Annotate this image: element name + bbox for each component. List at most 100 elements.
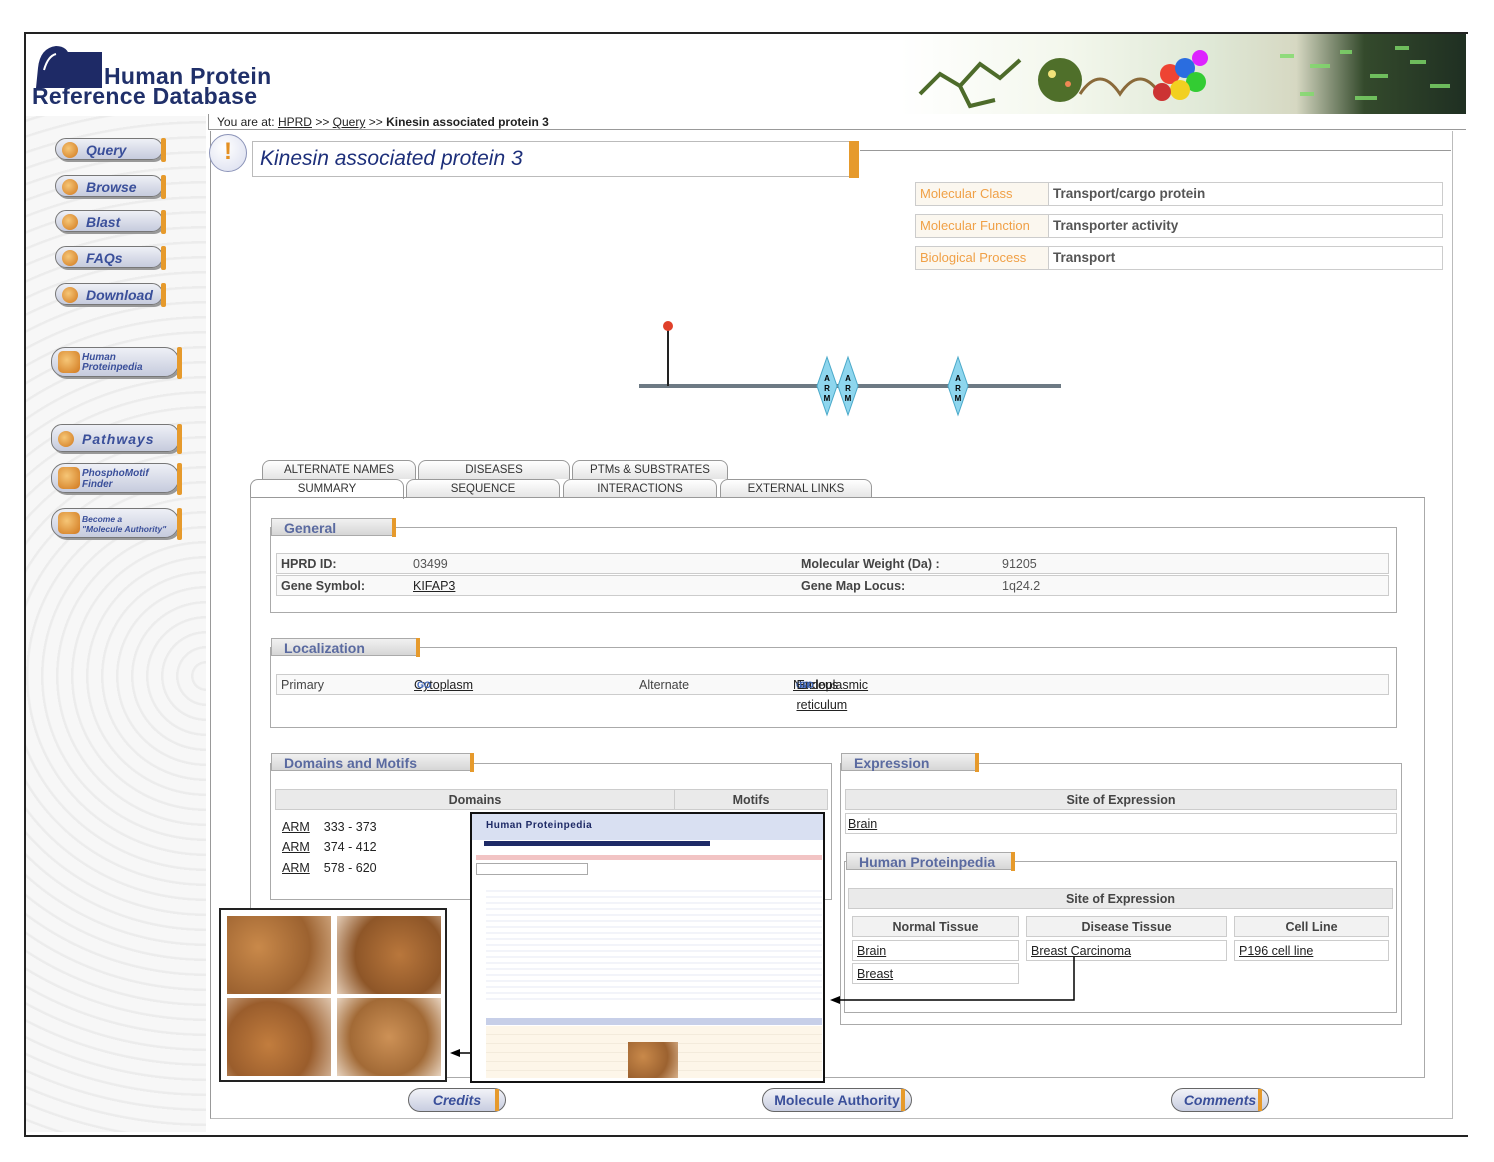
arm-domain-2[interactable]: A R M — [837, 355, 859, 417]
ihc-image-2 — [337, 916, 441, 994]
faqs-icon — [62, 250, 78, 266]
site-of-expression-header: Site of Expression — [845, 789, 1397, 810]
domain-range: 578 - 620 — [323, 861, 377, 875]
inset-thumbnail-image — [628, 1042, 678, 1078]
accent-bar — [161, 283, 166, 307]
accent-bar — [392, 518, 396, 537]
blast-label: Blast — [86, 214, 121, 230]
molecule-authority-button[interactable]: Molecule Authority — [762, 1088, 912, 1112]
pathways-icon — [58, 431, 74, 447]
general-title: General — [271, 518, 396, 537]
domain-row: ARM 333 - 373 — [282, 820, 377, 834]
proteinpedia-label-2: Proteinpedia — [82, 362, 143, 373]
ihc-image-4 — [337, 998, 441, 1076]
tab-sequence[interactable]: SEQUENCE — [406, 479, 560, 498]
arm-domain-link[interactable]: ARM — [282, 840, 310, 854]
ihc-image-3 — [227, 998, 331, 1076]
hprd-id-value: 03499 — [413, 557, 448, 571]
tab-summary[interactable]: SUMMARY — [250, 479, 404, 499]
motifs-column-header: Motifs — [674, 789, 828, 810]
human-proteinpedia-button[interactable]: Human Proteinpedia — [51, 347, 182, 379]
svg-text:A: A — [824, 374, 830, 383]
breadcrumb: You are at: HPRD >> Query >> Kinesin ass… — [208, 114, 1466, 130]
logo-line2: Reference Database — [32, 83, 258, 109]
breadcrumb-query-link[interactable]: Query — [333, 115, 366, 129]
phospho-label-1: PhosphoMotif — [82, 468, 149, 479]
credits-button[interactable]: Credits — [408, 1088, 506, 1112]
brain-site-link[interactable]: Brain — [848, 814, 877, 834]
faqs-label: FAQs — [86, 250, 123, 266]
tab-alternate-names[interactable]: ALTERNATE NAMES — [262, 460, 416, 479]
pathways-label: Pathways — [82, 431, 155, 447]
download-label: Download — [86, 287, 153, 303]
inset-field — [476, 863, 588, 875]
hprd-logo-text[interactable]: Human Protein Reference Database — [32, 65, 271, 109]
tab-diseases[interactable]: DISEASES — [418, 460, 570, 479]
domain-architecture-diagram: A R M A R M A R M — [639, 321, 1061, 417]
breadcrumb-current: Kinesin associated protein 3 — [386, 115, 549, 129]
go-icon[interactable]: GO — [417, 675, 431, 695]
accent-bar — [1258, 1089, 1262, 1111]
accent-bar — [470, 753, 474, 772]
domains-motifs-title: Domains and Motifs — [271, 753, 474, 772]
protein-title: Kinesin associated protein 3 — [260, 147, 523, 170]
localization-row: Primary Cytoplasm GO Alternate Nucleus GO … — [276, 674, 1389, 712]
accent-bar — [495, 1089, 499, 1111]
question-icon — [62, 142, 78, 158]
browse-button[interactable]: Browse — [55, 175, 166, 199]
expression-title: Expression — [841, 753, 979, 772]
arm-domain-link[interactable]: ARM — [282, 820, 310, 834]
inset-header: Human Proteinpedia — [472, 814, 823, 840]
protein-title-box: Kinesin associated protein 3 — [252, 141, 859, 178]
warning-icon[interactable]: ! — [209, 134, 247, 172]
blast-button[interactable]: Blast — [55, 210, 166, 234]
query-button[interactable]: Query — [55, 138, 166, 162]
arm-domain-link[interactable]: ARM — [282, 861, 310, 875]
ihc-image-panel — [219, 908, 447, 1082]
go-icon[interactable]: GO — [799, 675, 813, 695]
disease-tissue-header: Disease Tissue — [1026, 916, 1227, 937]
general-row-1: HPRD ID: 03499 Molecular Weight (Da) : 9… — [276, 553, 1389, 574]
svg-text:R: R — [824, 384, 830, 393]
domains-column-header: Domains — [275, 789, 675, 810]
arm-domain-1[interactable]: A R M — [816, 355, 838, 417]
comments-button[interactable]: Comments — [1171, 1088, 1269, 1112]
localization-title-text: Localization — [284, 640, 365, 656]
tab-external-links[interactable]: EXTERNAL LINKS — [720, 479, 872, 498]
ptm-site-marker[interactable] — [663, 321, 673, 331]
molecular-weight-label: Molecular Weight (Da) : — [801, 557, 940, 571]
domain-row: ARM 374 - 412 — [282, 840, 377, 854]
accent-bar — [416, 638, 420, 657]
molecular-function-value: Transporter activity — [1053, 218, 1179, 233]
phosphomotif-icon — [58, 467, 80, 489]
divider — [860, 150, 1451, 151]
normal-tissue-header: Normal Tissue — [852, 916, 1019, 937]
p196-cell-line-link[interactable]: P196 cell line — [1239, 941, 1313, 961]
breadcrumb-hprd-link[interactable]: HPRD — [278, 115, 312, 129]
tab-ptms-substrates[interactable]: PTMs & SUBSTRATES — [572, 460, 728, 479]
pathways-button[interactable]: Pathways — [51, 424, 182, 454]
ihc-image-1 — [227, 916, 331, 994]
domain-row: ARM 578 - 620 — [282, 861, 377, 875]
alternate-localization-label: Alternate — [639, 678, 690, 692]
gene-symbol-link[interactable]: KIFAP3 — [413, 576, 455, 596]
inset-table-title — [486, 1018, 822, 1025]
gene-map-locus-label: Gene Map Locus: — [801, 579, 906, 593]
molecular-class-row: Molecular Class Transport/cargo protein — [915, 182, 1443, 206]
hp-site-of-expression-header: Site of Expression — [848, 888, 1393, 909]
tab-interactions[interactable]: INTERACTIONS — [563, 479, 717, 498]
molecular-function-row: Molecular Function Transporter activity — [915, 214, 1443, 238]
become-molecule-authority-button[interactable]: Become a "Molecule Authority" — [51, 508, 182, 540]
molecular-weight-value: 91205 — [1002, 557, 1037, 571]
expression-title-text: Expression — [854, 755, 930, 771]
breadcrumb-separator: >> — [368, 115, 383, 129]
accent-bar — [849, 141, 859, 178]
accent-bar — [161, 138, 166, 162]
accent-bar — [177, 347, 182, 379]
phosphomotif-finder-button[interactable]: PhosphoMotif Finder — [51, 463, 182, 495]
faqs-button[interactable]: FAQs — [55, 246, 166, 270]
breadcrumb-prefix: You are at: — [217, 115, 275, 129]
cell-line-header: Cell Line — [1234, 916, 1389, 937]
arm-domain-3[interactable]: A R M — [947, 355, 969, 417]
download-button[interactable]: Download — [55, 283, 166, 307]
